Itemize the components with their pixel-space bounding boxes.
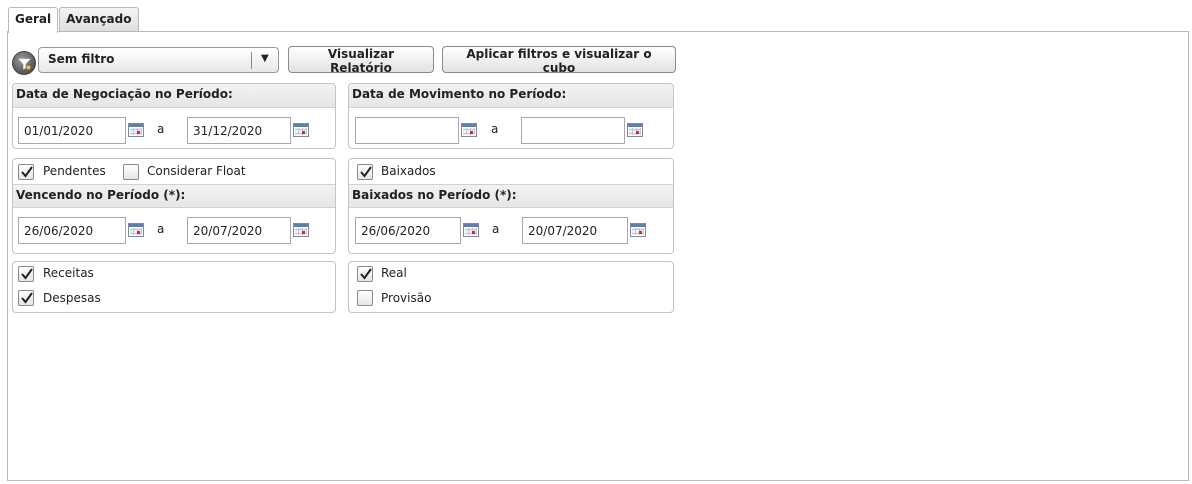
vencendo-to-input[interactable] [187,217,291,244]
calendar-icon[interactable] [128,123,144,137]
despesas-label: Despesas [43,291,101,305]
real-checkbox[interactable] [357,266,373,282]
calendar-icon[interactable] [293,223,309,237]
tab-geral[interactable]: Geral [8,7,59,33]
baixados-to-input[interactable] [522,217,628,244]
baixados-period-title: Baixados no Período (*): [349,184,673,208]
calendar-icon[interactable] [128,223,144,237]
range-separator: a [491,122,499,136]
movimento-to-input[interactable] [521,117,625,144]
receitas-checkbox[interactable] [18,266,34,282]
baixados-from-input[interactable] [355,217,461,244]
movimento-period-box: Data de Movimento no Período: a [348,83,674,149]
negociacao-period-title: Data de Negociação no Período: [13,84,335,108]
tipo-box: Receitas Despesas [12,261,336,313]
real-label: Real [381,266,407,280]
calendar-icon[interactable] [463,223,479,237]
calendar-icon[interactable] [630,223,646,237]
tab-bar: Geral Avançado [8,7,140,33]
movimento-from-input[interactable] [355,117,459,144]
chevron-down-icon[interactable]: ▼ [261,53,269,64]
apply-filters-button[interactable]: Aplicar filtros e visualizar o cubo [442,46,676,75]
filter-select-divider [251,52,252,69]
filter-select-value: Sem filtro [48,52,115,66]
baixados-label: Baixados [381,164,436,178]
vencendo-period-title: Vencendo no Período (*): [13,184,335,208]
calendar-icon[interactable] [293,123,309,137]
baixados-box: Baixados Baixados no Período (*): a [348,158,674,254]
negociacao-to-input[interactable] [187,117,291,144]
considerar-float-checkbox[interactable] [123,164,139,180]
filter-select[interactable]: Sem filtro ▼ [38,47,279,73]
natureza-box: Real Provisão [348,261,674,313]
provisao-checkbox[interactable] [357,290,373,306]
filter-icon[interactable] [12,51,36,75]
range-separator: a [157,122,165,136]
pendentes-label: Pendentes [43,164,106,178]
despesas-checkbox[interactable] [18,290,34,306]
view-report-button[interactable]: Visualizar Relatório [288,46,434,75]
range-separator: a [492,222,500,236]
vencendo-from-input[interactable] [18,217,126,244]
pendentes-box: Pendentes Considerar Float Vencendo no P… [12,158,336,254]
receitas-label: Receitas [43,266,94,280]
range-separator: a [157,222,165,236]
tab-avancado[interactable]: Avançado [59,7,139,32]
provisao-label: Provisão [381,291,432,305]
calendar-icon[interactable] [461,123,477,137]
calendar-icon[interactable] [627,123,643,137]
pendentes-checkbox[interactable] [18,164,34,180]
considerar-float-label: Considerar Float [147,164,246,178]
movimento-period-title: Data de Movimento no Período: [349,84,673,108]
negociacao-from-input[interactable] [18,117,126,144]
baixados-checkbox[interactable] [357,164,373,180]
negociacao-period-box: Data de Negociação no Período: a [12,83,336,149]
